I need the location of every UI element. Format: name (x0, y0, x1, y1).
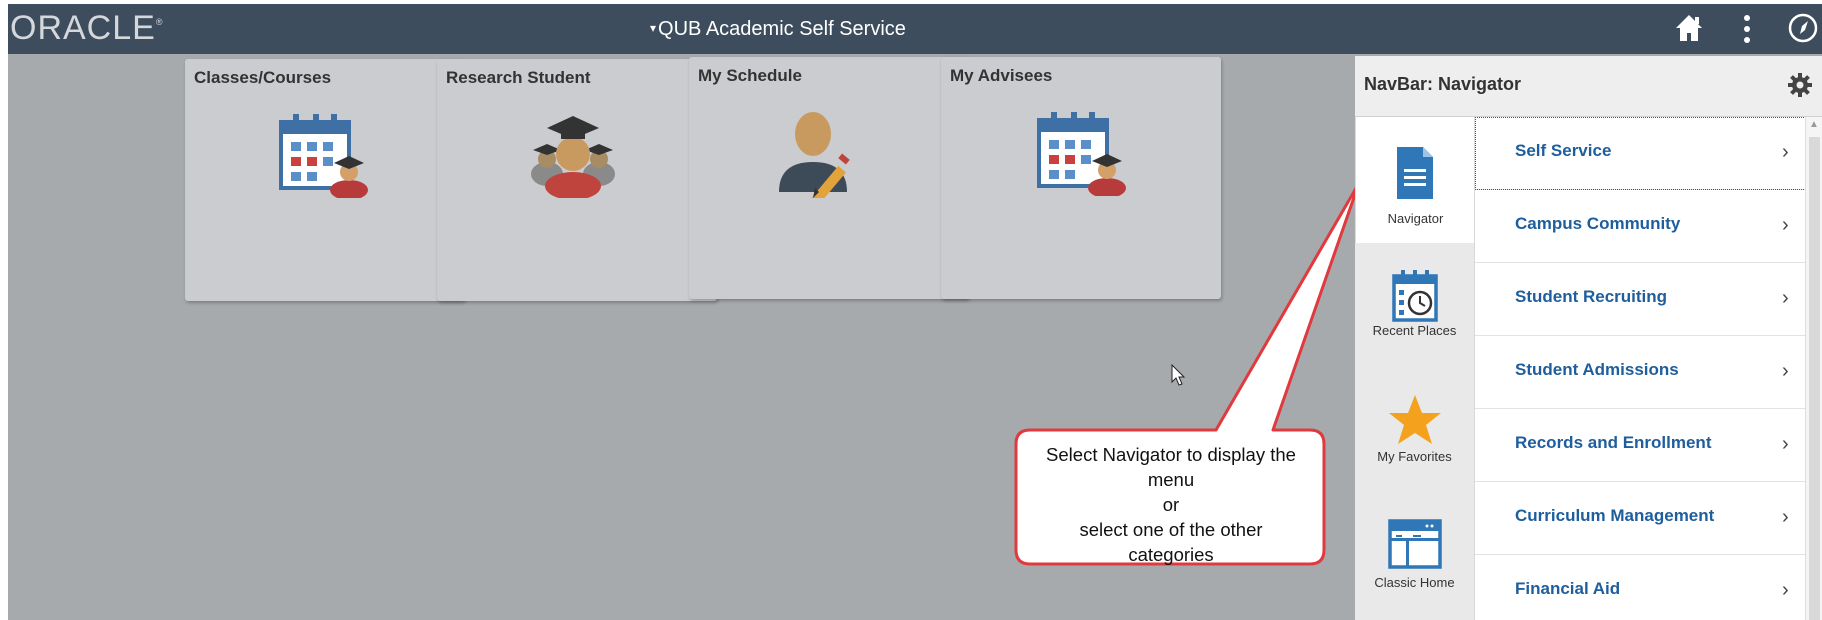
chevron-right-icon: › (1782, 214, 1789, 236)
window-icon (1388, 519, 1442, 569)
menu-item-label: Self Service (1515, 141, 1612, 160)
navigator-menu-list: Self Service › Campus Community › Studen… (1474, 117, 1806, 620)
menu-item-curriculum-management[interactable]: Curriculum Management › (1475, 482, 1806, 555)
scroll-up-icon[interactable]: ▲ (1809, 119, 1819, 130)
chevron-right-icon: › (1782, 141, 1789, 163)
menu-item-label: Financial Aid (1515, 579, 1621, 598)
chevron-right-icon: › (1782, 287, 1789, 309)
calendar-clock-icon (1392, 270, 1438, 322)
gear-icon[interactable] (1787, 72, 1813, 98)
document-icon (1397, 147, 1433, 199)
navbar-side-menu: Navigator Recent Places My Favorites Cla… (1355, 117, 1475, 620)
side-item-label: Classic Home (1374, 575, 1455, 590)
navbar-title: NavBar: Navigator (1364, 74, 1522, 94)
side-item-my-favorites[interactable]: My Favorites (1355, 369, 1474, 495)
side-item-classic-home[interactable]: Classic Home (1355, 495, 1474, 620)
menu-item-label: Student Admissions (1515, 360, 1679, 379)
side-item-navigator[interactable]: Navigator (1355, 117, 1475, 243)
menu-item-label: Campus Community (1515, 214, 1681, 233)
menu-item-label: Student Recruiting (1515, 287, 1668, 306)
menu-item-label: Records and Enrollment (1515, 433, 1712, 452)
chevron-right-icon: › (1782, 433, 1789, 455)
scrollbar-thumb[interactable] (1809, 137, 1820, 620)
navbar-panel: NavBar: Navigator Navigator Recent Place… (1355, 56, 1822, 620)
mouse-pointer-icon (1171, 364, 1186, 386)
menu-item-self-service[interactable]: Self Service › (1475, 117, 1806, 190)
star-icon (1389, 395, 1441, 444)
side-item-label: Recent Places (1372, 323, 1457, 338)
menu-item-student-recruiting[interactable]: Student Recruiting › (1475, 263, 1806, 336)
chevron-right-icon: › (1782, 506, 1789, 528)
side-item-recent-places[interactable]: Recent Places (1355, 243, 1474, 369)
menu-item-label: Curriculum Management (1515, 506, 1715, 525)
callout-text: Select Navigator to display the menu or … (1046, 444, 1296, 565)
navbar-header: NavBar: Navigator (1355, 56, 1822, 117)
menu-item-financial-aid[interactable]: Financial Aid › (1475, 555, 1806, 620)
chevron-right-icon: › (1782, 360, 1789, 382)
chevron-right-icon: › (1782, 579, 1789, 601)
vertical-scrollbar[interactable]: ▲ (1805, 117, 1822, 620)
menu-item-records-and-enrollment[interactable]: Records and Enrollment › (1475, 409, 1806, 482)
menu-item-campus-community[interactable]: Campus Community › (1475, 190, 1806, 263)
side-item-label: Navigator (1387, 211, 1444, 226)
side-item-label: My Favorites (1377, 449, 1452, 464)
menu-item-student-admissions[interactable]: Student Admissions › (1475, 336, 1806, 409)
app-frame: ORACLE® ▾ QUB Academic Self Service Class… (8, 4, 1822, 620)
